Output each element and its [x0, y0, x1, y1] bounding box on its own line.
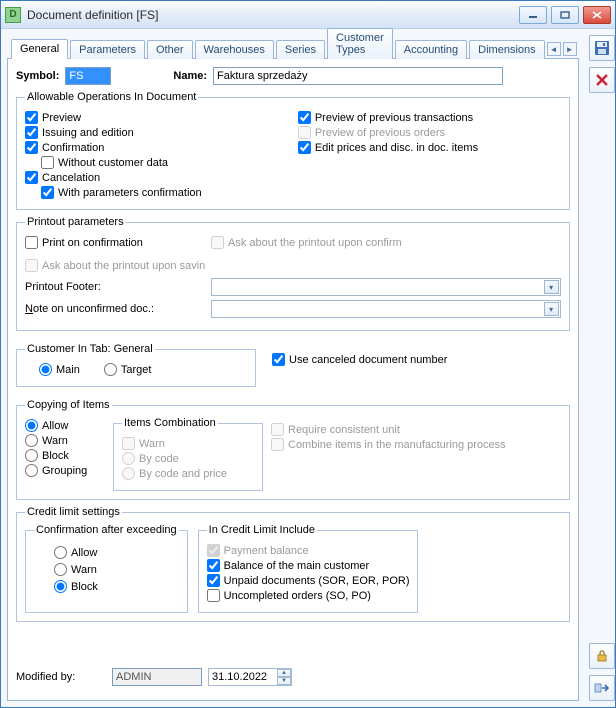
- credit-group: Credit limit settings Confirmation after…: [16, 506, 570, 622]
- arrow-right-icon: [594, 681, 610, 695]
- tab-warehouses[interactable]: Warehouses: [195, 40, 274, 59]
- chk-use-canceled[interactable]: [272, 353, 285, 366]
- symbol-input[interactable]: [65, 67, 111, 85]
- tab-dimensions[interactable]: Dimensions: [469, 40, 544, 59]
- copying-legend: Copying of Items: [25, 399, 112, 411]
- tab-parameters[interactable]: Parameters: [70, 40, 145, 59]
- save-button[interactable]: [589, 35, 615, 61]
- window-title: Document definition [FS]: [27, 8, 519, 22]
- chk-pay-balance: [207, 544, 220, 557]
- rad-by-code: [122, 452, 135, 465]
- symbol-label: Symbol:: [16, 70, 59, 82]
- chk-cancelation[interactable]: [25, 171, 38, 184]
- allowable-legend: Allowable Operations In Document: [25, 91, 198, 103]
- chk-prev-orders: [298, 126, 311, 139]
- chk-print-on-confirm[interactable]: [25, 236, 38, 249]
- chk-combine-mfg: [271, 438, 284, 451]
- modified-by-user: [112, 668, 202, 686]
- chk-prev-trans[interactable]: [298, 111, 311, 124]
- allowable-operations-group: Allowable Operations In Document Preview…: [16, 91, 570, 210]
- modified-date-field[interactable]: [209, 669, 277, 685]
- modified-by-label: Modified by:: [16, 671, 106, 683]
- tab-series[interactable]: Series: [276, 40, 325, 59]
- tab-scroll-left-icon[interactable]: ◄: [547, 42, 561, 56]
- rad-customer-main[interactable]: [39, 363, 52, 376]
- export-button[interactable]: [589, 675, 615, 701]
- lock-icon: [595, 649, 609, 663]
- rad-copy-grouping[interactable]: [25, 464, 38, 477]
- chk-with-params[interactable]: [41, 186, 54, 199]
- chk-without-customer[interactable]: [41, 156, 54, 169]
- note-unconfirmed-select[interactable]: ▾: [211, 300, 561, 318]
- minimize-button[interactable]: [519, 6, 547, 24]
- side-toolbar: [585, 29, 616, 707]
- tab-customer-types[interactable]: Customer Types: [327, 28, 393, 59]
- close-panel-button[interactable]: [589, 67, 615, 93]
- tab-general[interactable]: General: [11, 39, 68, 59]
- chevron-down-icon: ▾: [544, 280, 559, 294]
- credit-include-group: In Credit Limit Include Payment balance …: [198, 524, 419, 613]
- credit-include-legend: In Credit Limit Include: [207, 524, 317, 536]
- tab-scroll-right-icon[interactable]: ►: [563, 42, 577, 56]
- credit-legend: Credit limit settings: [25, 506, 122, 518]
- rad-copy-block[interactable]: [25, 449, 38, 462]
- credit-confirm-group: Confirmation after exceeding Allow Warn …: [25, 524, 188, 613]
- app-icon: D: [5, 7, 21, 23]
- lock-button[interactable]: [589, 643, 615, 669]
- items-combination-group: Items Combination Warn By code By code a…: [113, 417, 263, 491]
- titlebar: D Document definition [FS]: [1, 1, 615, 29]
- items-combination-legend: Items Combination: [122, 417, 218, 429]
- chk-preview[interactable]: [25, 111, 38, 124]
- close-icon: [595, 73, 609, 87]
- name-label: Name:: [173, 70, 207, 82]
- rad-credit-allow[interactable]: [54, 546, 67, 559]
- printout-footer-label: Printout Footer:: [25, 281, 205, 293]
- spin-down-icon[interactable]: ▼: [277, 677, 291, 685]
- tabstrip: General Parameters Other Warehouses Seri…: [7, 35, 579, 59]
- chk-combo-warn: [122, 437, 135, 450]
- panel-general: Symbol: Name: Allowable Operations In Do…: [7, 59, 579, 701]
- printout-group: Printout parameters Print on confirmatio…: [16, 216, 570, 331]
- rad-copy-warn[interactable]: [25, 434, 38, 447]
- rad-by-code-price: [122, 467, 135, 480]
- modified-date-input[interactable]: ▲ ▼: [208, 668, 292, 686]
- chk-issuing[interactable]: [25, 126, 38, 139]
- tab-other[interactable]: Other: [147, 40, 193, 59]
- chk-req-unit: [271, 423, 284, 436]
- chk-confirmation[interactable]: [25, 141, 38, 154]
- chk-main-customer-balance[interactable]: [207, 559, 220, 572]
- tab-accounting[interactable]: Accounting: [395, 40, 467, 59]
- rad-customer-target[interactable]: [104, 363, 117, 376]
- chevron-down-icon: ▾: [544, 302, 559, 316]
- credit-confirm-legend: Confirmation after exceeding: [34, 524, 179, 536]
- printout-legend: Printout parameters: [25, 216, 126, 228]
- close-button[interactable]: [583, 6, 611, 24]
- chk-unpaid-docs[interactable]: [207, 574, 220, 587]
- customer-in-tab-group: Customer In Tab: General Main Target: [16, 343, 256, 387]
- maximize-button[interactable]: [551, 6, 579, 24]
- name-input[interactable]: [213, 67, 503, 85]
- rad-credit-block[interactable]: [54, 580, 67, 593]
- note-unconfirmed-label: NNote on unconfirmed doc.:ote on unconfi…: [25, 303, 205, 315]
- chk-edit-prices[interactable]: [298, 141, 311, 154]
- rad-credit-warn[interactable]: [54, 563, 67, 576]
- floppy-icon: [594, 40, 610, 56]
- printout-footer-select[interactable]: ▾: [211, 278, 561, 296]
- copying-group: Copying of Items Allow Warn Block Groupi…: [16, 399, 570, 500]
- customer-tab-legend: Customer In Tab: General: [25, 343, 155, 355]
- chk-uncompleted-orders[interactable]: [207, 589, 220, 602]
- chk-ask-save: [25, 259, 38, 272]
- chk-ask-confirm: [211, 236, 224, 249]
- window: D Document definition [FS] General Param…: [0, 0, 616, 708]
- rad-copy-allow[interactable]: [25, 419, 38, 432]
